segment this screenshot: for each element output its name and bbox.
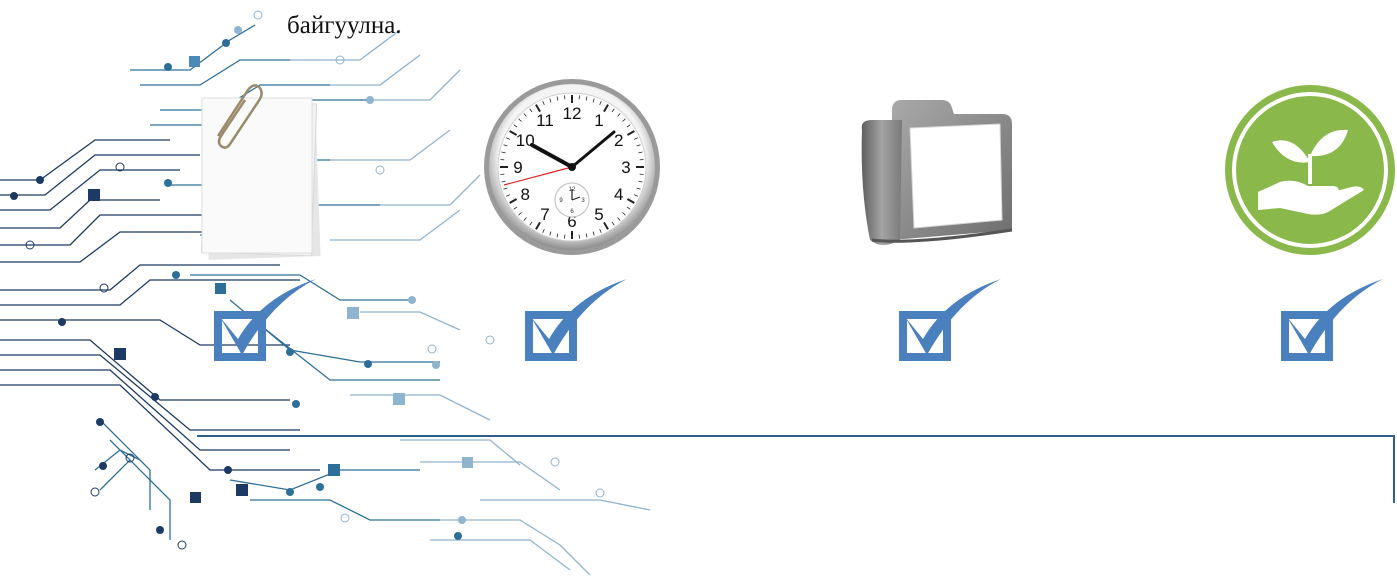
heading-text: байгуулна. xyxy=(287,12,402,39)
clock-numeral: 1 xyxy=(594,111,603,130)
horizontal-rule xyxy=(197,435,1395,437)
clock-numeral: 2 xyxy=(614,131,623,150)
clock-numeral: 4 xyxy=(614,185,623,204)
clock-numeral: 8 xyxy=(521,185,530,204)
clock-numeral: 5 xyxy=(594,205,603,224)
clock-numeral: 11 xyxy=(536,111,554,130)
wall-clock-icon: 121234567891011 12369 xyxy=(484,79,660,255)
clock-numeral: 12 xyxy=(563,104,582,123)
plant-in-hand-icon xyxy=(1225,85,1395,255)
clock-numeral: 3 xyxy=(621,158,630,177)
clock-numeral: 7 xyxy=(540,205,549,224)
checkbox-checked-icon xyxy=(1281,279,1383,361)
checkbox-checked-icon xyxy=(899,279,1001,361)
checkbox-checked-icon xyxy=(525,279,627,361)
checkbox-checked-icon xyxy=(214,279,316,361)
folder-icon xyxy=(861,100,1013,245)
rule-end-marker xyxy=(1393,435,1395,503)
paper-clip-notes-icon xyxy=(200,84,321,260)
clock-numeral: 9 xyxy=(513,158,522,177)
